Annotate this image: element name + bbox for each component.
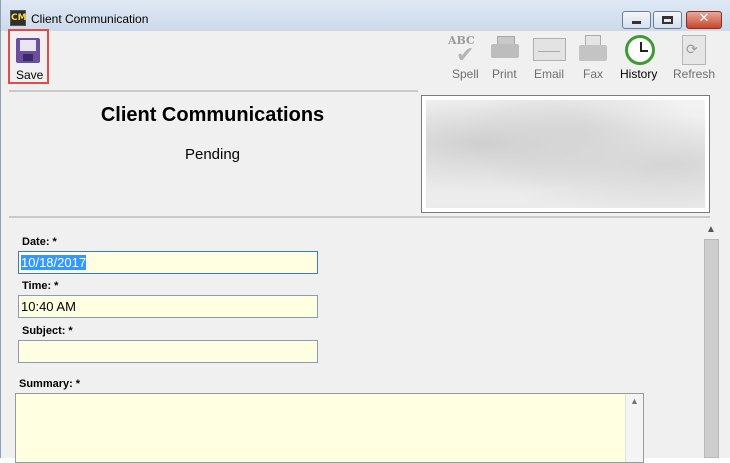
date-value: 10/18/2017 [21, 255, 87, 270]
spell-button[interactable]: Spell [452, 67, 479, 81]
history-button[interactable]: History [620, 67, 657, 81]
date-label: Date: * [22, 236, 57, 248]
close-icon: ✕ [698, 11, 710, 26]
save-button[interactable]: Save [8, 29, 49, 84]
envelope-icon[interactable] [533, 38, 566, 61]
fax-button[interactable]: Fax [583, 67, 603, 81]
date-field[interactable]: 10/18/2017 [18, 251, 318, 274]
email-button[interactable]: Email [534, 67, 564, 81]
fax-icon[interactable] [579, 35, 607, 63]
app-icon: CM [10, 10, 27, 26]
client-logo-image [421, 95, 710, 213]
subject-label: Subject: * [22, 325, 73, 337]
save-label: Save [16, 68, 44, 82]
form-scrollbar[interactable]: ▲ [703, 220, 720, 458]
scrollbar-thumb[interactable] [704, 239, 719, 458]
history-clock-icon[interactable] [625, 35, 655, 65]
minimize-button[interactable] [622, 11, 651, 29]
header-divider-bottom [9, 216, 710, 218]
chevron-up-icon[interactable]: ▲ [706, 224, 716, 235]
maximize-icon [662, 16, 673, 24]
refresh-icon[interactable]: ⟳ [682, 35, 706, 65]
page-title: Client Communications [100, 104, 325, 126]
title-bar: CM Client Communication ✕ [1, 0, 730, 31]
refresh-button[interactable]: Refresh [673, 67, 715, 81]
summary-label: Summary: * [19, 378, 81, 390]
time-field[interactable]: 10:40 AM [18, 295, 318, 318]
spell-check-icon[interactable]: ABC ✔ [448, 34, 480, 67]
floppy-disk-icon [16, 38, 40, 63]
status-text: Pending [184, 146, 241, 163]
summary-textarea[interactable]: ▲ [15, 393, 644, 463]
printer-icon[interactable] [491, 36, 519, 62]
close-button[interactable]: ✕ [686, 11, 722, 29]
client-communication-window: CM Client Communication ✕ Save ABC ✔ Spe… [0, 0, 730, 463]
window-title: Client Communication [31, 12, 149, 26]
subject-field[interactable] [18, 340, 318, 363]
print-button[interactable]: Print [492, 67, 517, 81]
scroll-up-icon[interactable]: ▲ [630, 396, 639, 406]
time-label: Time: * [22, 280, 59, 292]
summary-scrollbar[interactable]: ▲ [625, 394, 643, 462]
header-panel: Client Communications Pending [9, 92, 416, 214]
minimize-icon [632, 21, 641, 24]
maximize-button[interactable] [653, 11, 682, 29]
